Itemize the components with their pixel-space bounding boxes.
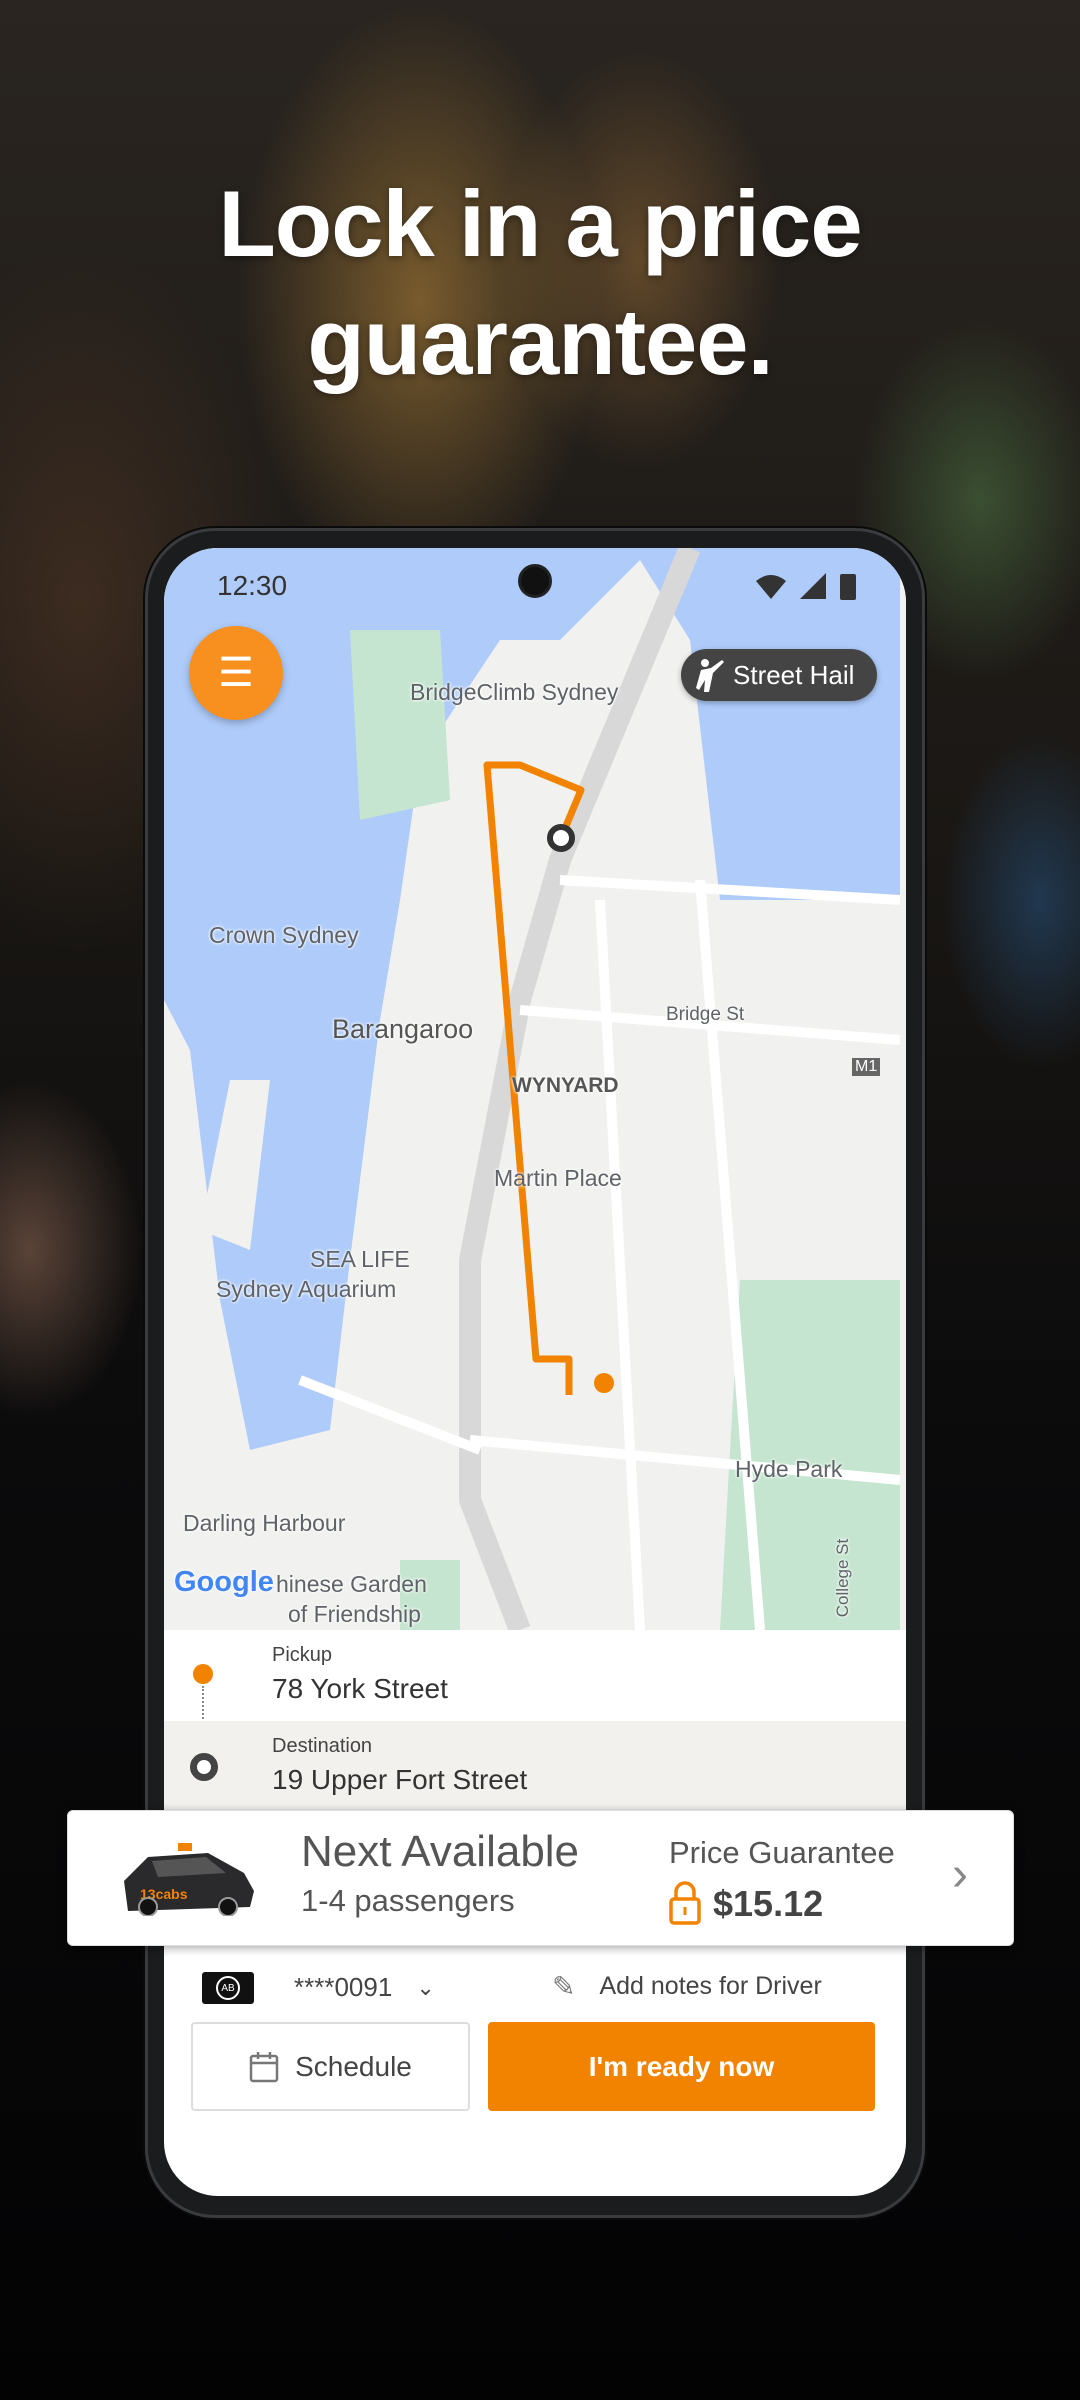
destination-row[interactable]: Destination 19 Upper Fort Street (164, 1721, 906, 1812)
map-label-crown: Crown Sydney (209, 922, 359, 948)
calendar-icon (249, 2051, 279, 2082)
map-label-barangaroo: Barangaroo (332, 1014, 474, 1044)
destination-value: 19 Upper Fort Street (272, 1764, 528, 1795)
phone-screen: BridgeClimb Sydney Crown Sydney Barangar… (164, 548, 906, 2196)
menu-button[interactable]: ☰ (189, 626, 283, 720)
pickup-dot-icon (193, 1664, 213, 1684)
schedule-label: Schedule (295, 2050, 412, 2082)
destination-label: Destination (272, 1735, 373, 1757)
map-label-wynyard: WYNYARD (512, 1074, 619, 1097)
headline-line-1: Lock in a price (218, 171, 862, 276)
add-notes-button[interactable]: ✎ Add notes for Driver (552, 1970, 822, 2003)
destination-ring-icon (190, 1753, 218, 1781)
vehicle-title: Next Available (301, 1827, 580, 1876)
destination-marker (594, 1373, 614, 1393)
front-camera (518, 564, 552, 598)
card-number: ****0091 (294, 1972, 393, 2002)
add-notes-label: Add notes for Driver (599, 1972, 822, 2000)
chevron-right-icon: › (952, 1848, 968, 1901)
vehicle-capacity: 1-4 passengers (301, 1883, 515, 1918)
battery-icon (840, 574, 856, 600)
status-time: 12:30 (217, 570, 288, 601)
map-label-bridge-st: Bridge St (666, 1004, 745, 1025)
google-logo: Google (174, 1566, 274, 1598)
pencil-icon: ✎ (552, 1971, 576, 2002)
payment-row: AB ****0091 ⌄ ✎ Add notes for Driver (164, 1958, 906, 2018)
payment-method-selector[interactable]: ****0091 ⌄ (294, 1972, 435, 2003)
map-label-darling-harbour: Darling Harbour (183, 1510, 346, 1536)
trip-panel: Pickup 78 York Street Destination 19 Upp… (164, 1630, 906, 1812)
hamburger-icon: ☰ (218, 651, 254, 695)
signal-icon (800, 573, 826, 599)
pickup-value: 78 York Street (272, 1673, 448, 1704)
map-label-martin-place: Martin Place (494, 1165, 622, 1191)
map-label-college-st: College St (833, 1538, 853, 1618)
status-icons (756, 572, 856, 600)
street-hail-button[interactable]: Street Hail (681, 649, 877, 701)
price-value: $15.12 (713, 1883, 824, 1924)
price-guarantee-label: Price Guarantee (669, 1835, 895, 1870)
schedule-button[interactable]: Schedule (191, 2022, 470, 2111)
wifi-icon (756, 575, 786, 599)
taxi-car-image: 13cabs (124, 1843, 254, 1916)
street-hail-label: Street Hail (733, 659, 855, 690)
chevron-down-icon: ⌄ (416, 1974, 435, 2000)
lock-icon (669, 1881, 701, 1925)
ready-now-button[interactable]: I'm ready now (488, 2022, 875, 2111)
map-label-chinese-garden-2: of Friendship (288, 1601, 421, 1627)
headline-line-2: guarantee. (307, 289, 773, 394)
card-badge: AB (216, 1976, 240, 2000)
payment-card-icon: AB (202, 1972, 254, 2004)
pickup-label: Pickup (272, 1644, 333, 1666)
ready-now-label: I'm ready now (588, 2050, 775, 2082)
vehicle-option-card[interactable]: 13cabs Next Available 1-4 passengers Pri… (67, 1810, 1014, 1946)
pickup-row[interactable]: Pickup 78 York Street (164, 1630, 906, 1774)
map-label-hyde-park: Hyde Park (735, 1456, 843, 1482)
map-label-m1: M1 (852, 1058, 881, 1076)
map-label-sea-life: SEA LIFE (310, 1246, 410, 1272)
map-label-bridgeclimb: BridgeClimb Sydney (410, 679, 619, 705)
pickup-marker (547, 824, 575, 852)
map-label-aquarium: Sydney Aquarium (216, 1276, 397, 1302)
person-hailing-icon (696, 659, 724, 692)
map-label-chinese-garden: hinese Garden (276, 1571, 427, 1597)
headline: Lock in a price guarantee. (0, 165, 1080, 401)
